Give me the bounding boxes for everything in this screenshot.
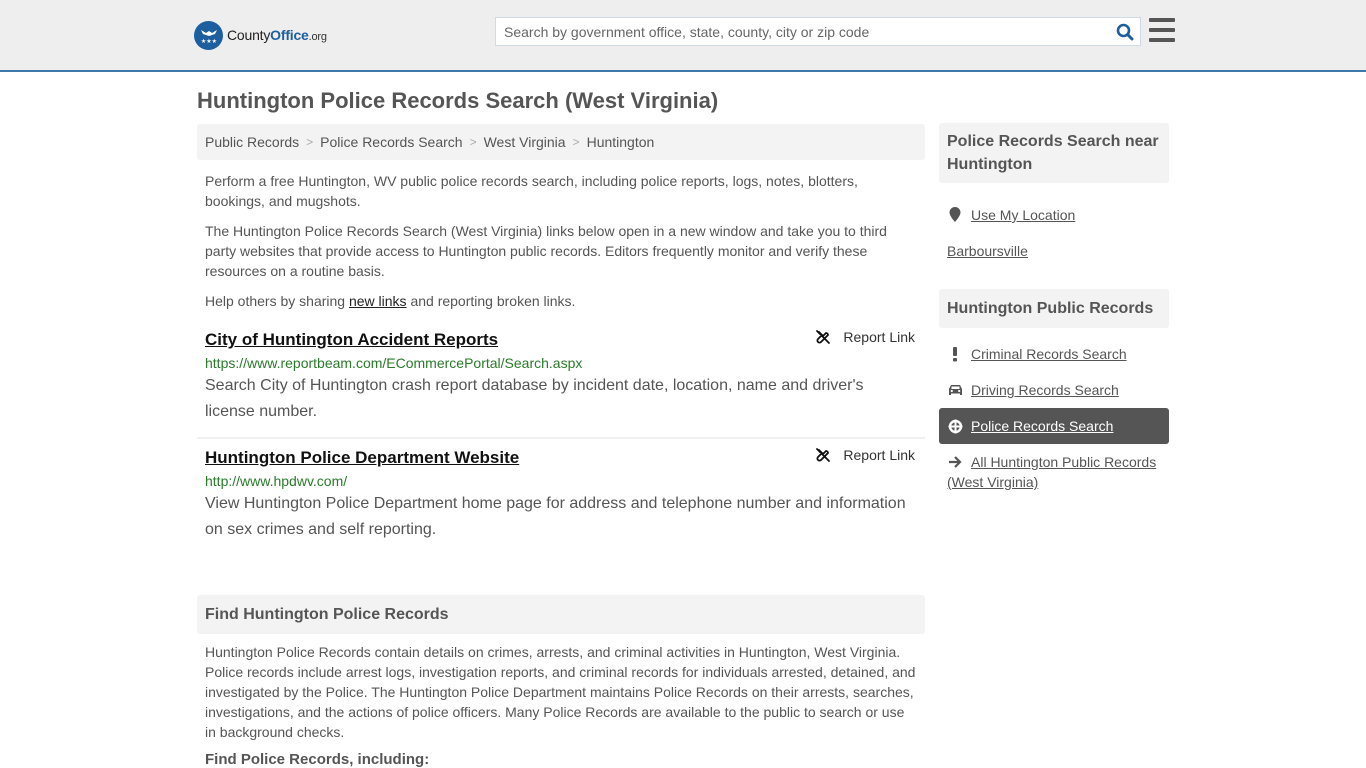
hamburger-menu-icon-bar [1149,18,1175,22]
breadcrumb-item[interactable]: Public Records [205,134,299,150]
use-my-location-item: Use My Location [939,197,1169,233]
sidebar: Police Records Search near Huntington Us… [939,123,1169,500]
nearby-place-link[interactable]: Barboursville [947,241,1028,261]
search-bar [495,17,1141,46]
sidebar-link[interactable]: Driving Records Search [971,380,1119,400]
breadcrumb-separator: > [306,135,314,149]
breadcrumb-separator: > [572,135,580,149]
main-content: Public Records > Police Records Search >… [197,124,925,768]
result-description: Search City of Huntington crash report d… [205,377,864,420]
map-marker-icon [947,205,963,225]
car-icon [947,380,963,400]
sidebar-item-criminal-records[interactable]: Criminal Records Search [939,336,1169,372]
breadcrumb-item[interactable]: Police Records Search [320,134,462,150]
nearby-list: Use My Location Barboursville [939,197,1169,269]
exclamation-icon [947,344,963,364]
find-records-body: Huntington Police Records contain detail… [205,644,916,740]
public-records-heading: Huntington Public Records [939,289,1169,328]
public-records-list: Criminal Records Search Driving Records … [939,336,1169,500]
sidebar-item-police-records[interactable]: Police Records Search [939,408,1169,444]
intro-text: Help others by sharing [205,293,349,309]
page-title: Huntington Police Records Search (West V… [197,88,719,113]
nearby-heading: Police Records Search near Huntington [939,123,1169,183]
result-title-link[interactable]: Huntington Police Department Website [205,447,519,469]
crosshair-icon [947,416,963,436]
sidebar-link[interactable]: Criminal Records Search [971,344,1127,364]
hamburger-menu-icon-bar [1149,28,1175,32]
intro-text: and reporting broken links. [406,293,576,309]
breadcrumb-item[interactable]: West Virginia [484,134,566,150]
report-link-label: Report Link [843,329,915,345]
arrow-right-icon [947,452,963,472]
nearby-place-item: Barboursville [939,233,1169,269]
result-url: http://www.hpdwv.com/ [205,473,348,489]
sidebar-link[interactable]: Police Records Search [971,416,1113,436]
sidebar-item-driving-records[interactable]: Driving Records Search [939,372,1169,408]
logo-name-accent: Office [270,27,309,43]
breadcrumb-separator: > [469,135,477,149]
logo-text: CountyOffice.org [227,27,327,43]
intro-paragraph: Help others by sharing new links and rep… [205,291,917,311]
breadcrumb-item-current[interactable]: Huntington [587,134,655,150]
intro: Perform a free Huntington, WV public pol… [197,171,925,311]
hamburger-menu-button[interactable] [1149,18,1175,42]
result-description: View Huntington Police Department home p… [205,495,906,538]
result-item: City of Huntington Accident Reports Repo… [197,321,925,437]
logo-name: County [227,27,271,43]
result-item: Huntington Police Department Website Rep… [197,437,925,555]
use-my-location-link[interactable]: Use My Location [971,205,1075,225]
site-header: ★★★ CountyOffice.org [0,0,1366,72]
search-input[interactable] [496,18,1110,45]
intro-paragraph: Perform a free Huntington, WV public pol… [205,173,858,209]
intro-paragraph: The Huntington Police Records Search (We… [205,223,887,279]
broken-link-icon [816,448,831,462]
result-title-link[interactable]: City of Huntington Accident Reports [205,329,498,351]
new-links-link[interactable]: new links [349,293,407,309]
result-url: https://www.reportbeam.com/ECommercePort… [205,355,583,371]
search-button[interactable] [1110,18,1140,45]
breadcrumb: Public Records > Police Records Search >… [197,124,925,160]
report-link-button[interactable]: Report Link [815,329,915,345]
site-logo[interactable]: ★★★ CountyOffice.org [194,20,327,50]
sidebar-item-all-public-records[interactable]: All Huntington Public Records (West Virg… [939,444,1169,500]
hamburger-menu-icon-bar [1149,38,1175,42]
report-link-label: Report Link [843,447,915,463]
sidebar-link[interactable]: All Huntington Public Records (West Virg… [947,454,1156,490]
eagle-logo-icon: ★★★ [194,20,223,50]
report-link-button[interactable]: Report Link [815,447,915,463]
find-records-subheading: Find Police Records, including: [205,751,430,768]
svg-text:★★★: ★★★ [200,38,216,45]
broken-link-icon [816,330,831,344]
find-records-heading: Find Huntington Police Records [197,595,925,634]
logo-tld: .org [308,31,327,43]
search-icon [1116,23,1134,40]
